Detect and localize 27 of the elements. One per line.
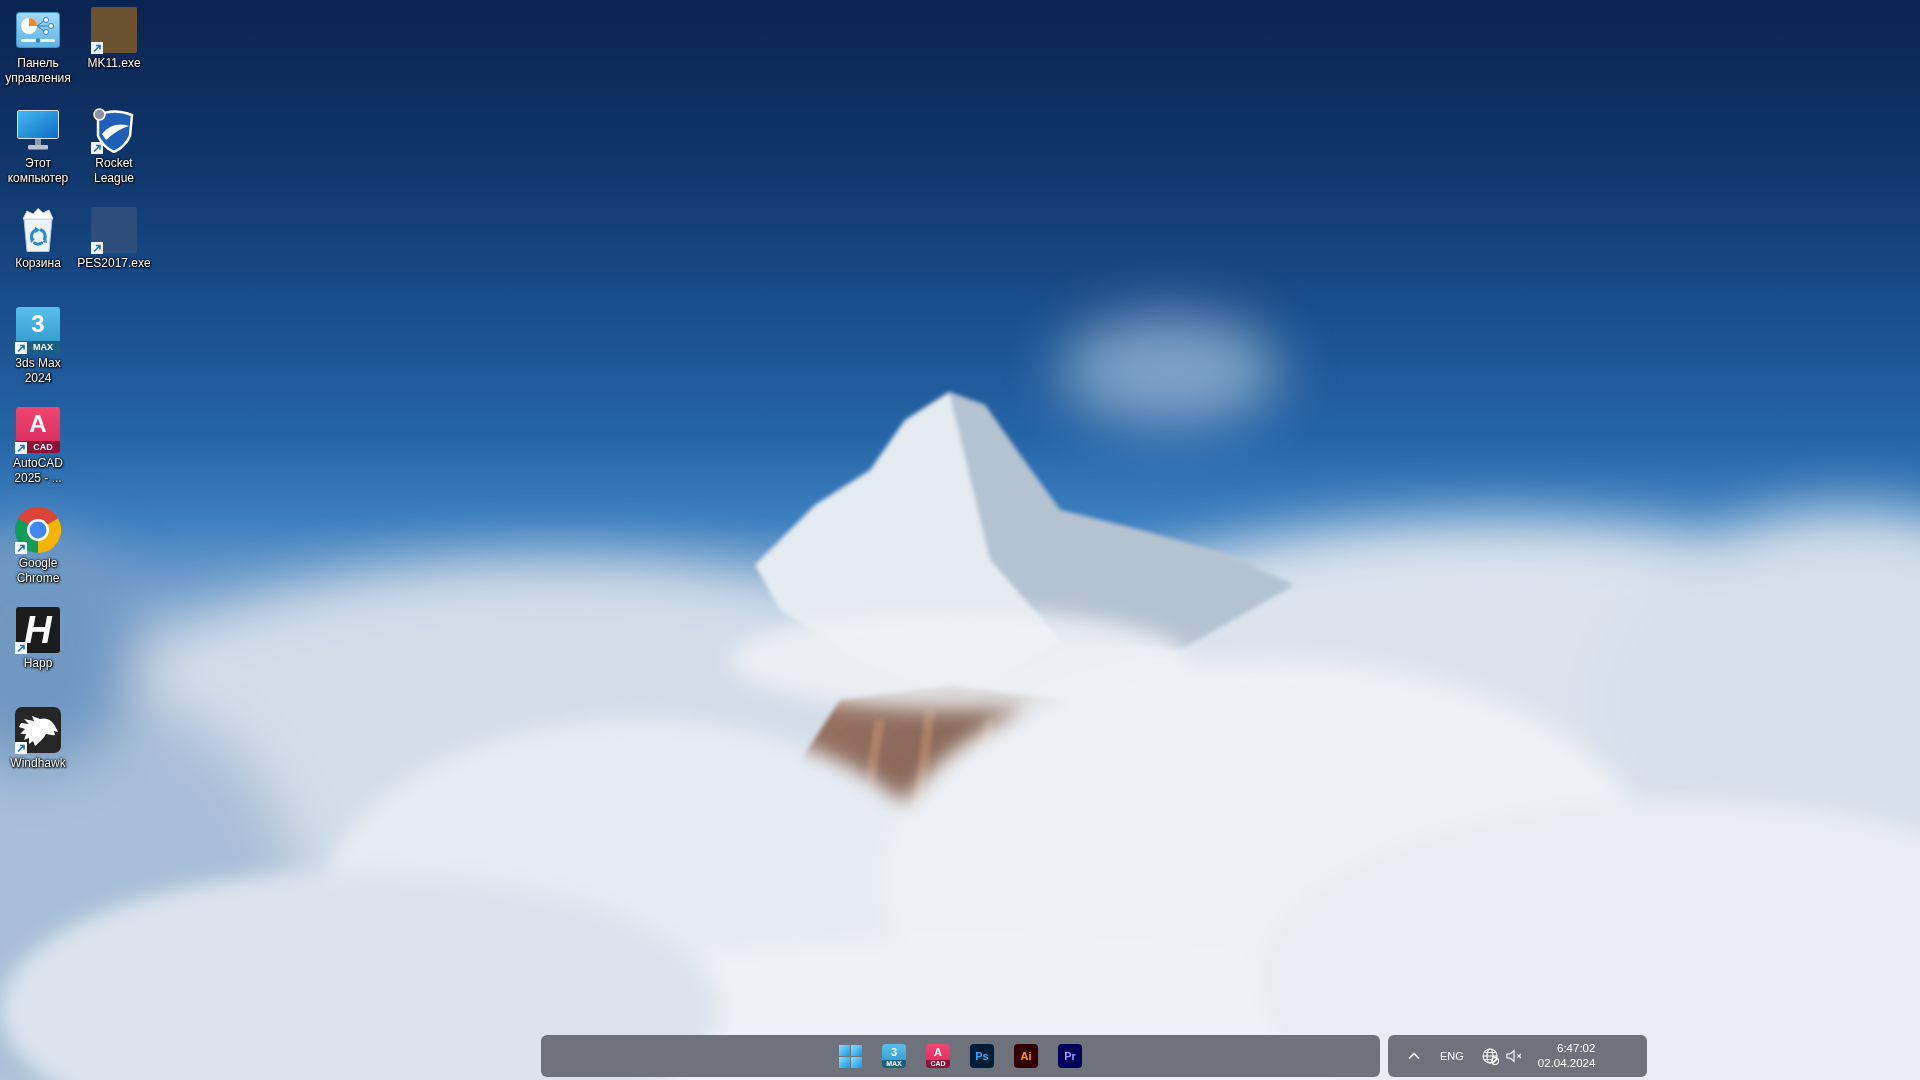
desktop-item[interactable]: H Happ <box>0 600 76 673</box>
clock[interactable]: 6:47:02 02.04.2024 <box>1537 1041 1596 1071</box>
browser-logo-icon <box>15 507 61 553</box>
desktop-item[interactable]: Корзина <box>0 200 76 273</box>
monitor-icon <box>17 110 59 150</box>
globe-blocked-icon[interactable] <box>1481 1047 1499 1065</box>
start-menu-icon[interactable] <box>839 1044 862 1068</box>
chevron-up-icon[interactable] <box>1408 1052 1420 1060</box>
desktop-item[interactable]: MK11.exe <box>76 0 152 73</box>
desktop-item[interactable]: Rocket League <box>76 100 152 188</box>
app-logo: A CAD <box>16 407 60 453</box>
app-logo: H <box>16 607 60 653</box>
desktop-item[interactable]: 3 MAX 3ds Max 2024 <box>0 300 76 388</box>
desktop-item[interactable]: Этот компьютер <box>0 100 76 188</box>
eagle-head-icon <box>15 707 61 753</box>
desktop-item[interactable]: PES2017.exe <box>76 200 152 273</box>
recycle-bin-icon <box>21 208 55 252</box>
taskbar-app-button[interactable]: Ai <box>1014 1044 1038 1068</box>
taskbar-app-button[interactable]: Pr <box>1058 1044 1082 1068</box>
taskbar-app-button[interactable]: Ps <box>970 1044 994 1068</box>
desktop-item[interactable]: A CAD AutoCAD 2025 - ... <box>0 400 76 488</box>
desktop-item[interactable]: Панель управления <box>0 0 76 88</box>
app-logo: 3 MAX <box>16 307 60 353</box>
control-panel-icon <box>16 12 60 48</box>
shield-logo-icon <box>92 107 136 153</box>
speaker-muted-icon[interactable] <box>1505 1049 1522 1063</box>
input-language-indicator[interactable]: ENG <box>1440 1050 1464 1062</box>
